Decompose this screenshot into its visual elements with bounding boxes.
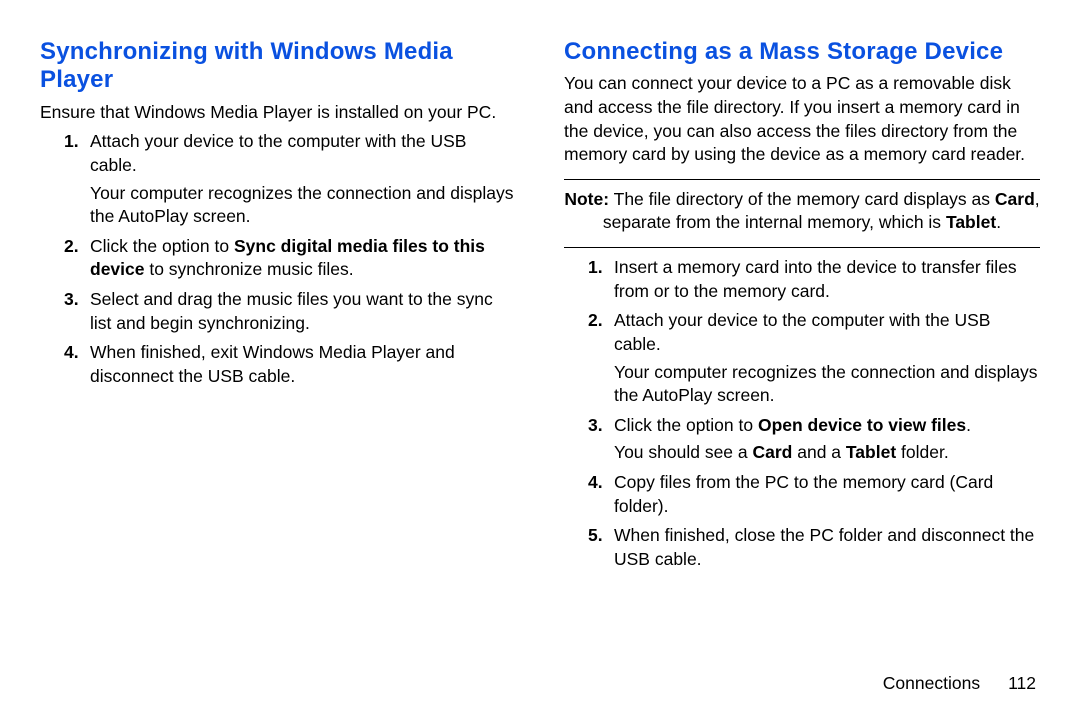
step-text: Your computer recognizes the connection … bbox=[614, 361, 1040, 408]
tablet-bold: Tablet bbox=[846, 442, 896, 462]
left-step-2: Click the option to Sync digital media f… bbox=[90, 235, 516, 282]
right-step-3: Click the option to Open device to view … bbox=[614, 414, 1040, 465]
left-step-1: Attach your device to the computer with … bbox=[90, 130, 516, 229]
left-steps-list: Attach your device to the computer with … bbox=[40, 130, 516, 388]
left-intro-text: Ensure that Windows Media Player is inst… bbox=[40, 101, 516, 125]
right-step-1: Insert a memory card into the device to … bbox=[614, 256, 1040, 303]
step-text: Attach your device to the computer with … bbox=[90, 131, 466, 175]
step-text: Click the option to bbox=[614, 415, 758, 435]
footer-section-name: Connections bbox=[883, 673, 980, 693]
step-text: Copy files from the PC to the memory car… bbox=[614, 472, 993, 516]
manual-page: Synchronizing with Windows Media Player … bbox=[0, 0, 1080, 720]
card-bold: Card bbox=[753, 442, 793, 462]
note-card-bold: Card bbox=[995, 189, 1035, 209]
step-text: folder. bbox=[896, 442, 949, 462]
step-bold-text: Open device to view files bbox=[758, 415, 966, 435]
step-text: You should see a Card and a Tablet folde… bbox=[614, 441, 1040, 465]
step-text: Insert a memory card into the device to … bbox=[614, 257, 1017, 301]
note-tablet-bold: Tablet bbox=[946, 212, 996, 232]
step-text: and a bbox=[792, 442, 846, 462]
step-text: Click the option to bbox=[90, 236, 234, 256]
right-steps-list: Insert a memory card into the device to … bbox=[564, 256, 1040, 572]
right-intro-text: You can connect your device to a PC as a… bbox=[564, 72, 1040, 167]
footer-page-number: 112 bbox=[1008, 673, 1036, 693]
right-step-5: When finished, close the PC folder and d… bbox=[614, 524, 1040, 571]
note-box: Note: The file directory of the memory c… bbox=[564, 188, 1040, 235]
step-text: You should see a bbox=[614, 442, 753, 462]
divider-top bbox=[564, 179, 1040, 180]
right-step-4: Copy files from the PC to the memory car… bbox=[614, 471, 1040, 518]
step-text: When finished, close the PC folder and d… bbox=[614, 525, 1034, 569]
left-step-3: Select and drag the music files you want… bbox=[90, 288, 516, 335]
page-footer: Connections 112 bbox=[883, 672, 1036, 696]
right-step-2: Attach your device to the computer with … bbox=[614, 309, 1040, 408]
right-column: Connecting as a Mass Storage Device You … bbox=[540, 38, 1040, 700]
step-text: to synchronize music files. bbox=[144, 259, 353, 279]
step-text: . bbox=[966, 415, 971, 435]
left-step-4: When finished, exit Windows Media Player… bbox=[90, 341, 516, 388]
left-section-title: Synchronizing with Windows Media Player bbox=[40, 38, 516, 95]
right-section-title: Connecting as a Mass Storage Device bbox=[564, 38, 1040, 66]
step-text: Your computer recognizes the connection … bbox=[90, 182, 516, 229]
step-text: When finished, exit Windows Media Player… bbox=[90, 342, 455, 386]
divider-bottom bbox=[564, 247, 1040, 248]
note-label: Note: bbox=[564, 189, 609, 209]
note-text: The file directory of the memory card di… bbox=[609, 189, 995, 209]
step-text: Select and drag the music files you want… bbox=[90, 289, 493, 333]
step-text: Attach your device to the computer with … bbox=[614, 310, 990, 354]
note-text: . bbox=[996, 212, 1001, 232]
left-column: Synchronizing with Windows Media Player … bbox=[40, 38, 540, 700]
